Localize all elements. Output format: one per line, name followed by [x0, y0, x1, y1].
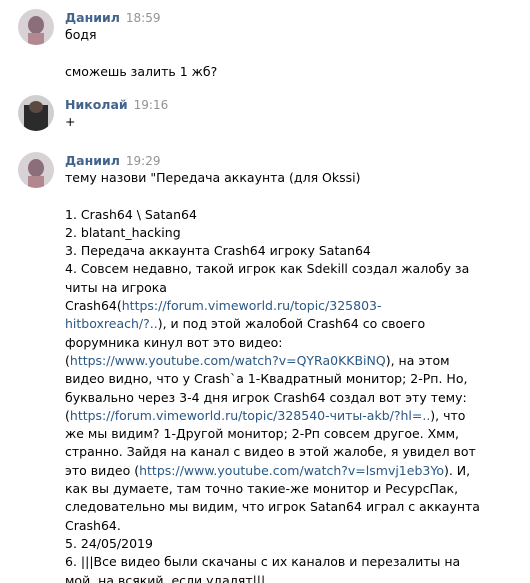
text-line: 6. |||Все видео были скачаны с их канало…: [65, 554, 461, 570]
text-line: (https://forum.vimeworld.ru/topic/328540…: [65, 407, 520, 425]
text-line: сможешь залить 1 жб?: [65, 63, 218, 79]
text-line: 5. 24/05/2019: [65, 535, 153, 551]
message-text: бодя сможешь залить 1 жб?: [65, 26, 520, 81]
forum-link-1[interactable]: https://forum.vimeworld.ru/topic/325803-: [122, 298, 382, 313]
text-line: же мы видим? 1-Другой монитор; 2-Рп совс…: [65, 426, 460, 442]
message-header: Даниил 19:29: [65, 153, 160, 168]
message-header: Николай 19:16: [65, 97, 168, 112]
text-line: форумника кинул вот это видео:: [65, 334, 283, 350]
text-segment: ). И,: [443, 462, 471, 478]
text-line: мой, на всякий, если удалят|||: [65, 572, 266, 583]
text-segment: ), и под этой жалобой Crash64 со своего: [157, 316, 426, 332]
text-line: [65, 44, 520, 62]
text-line: видео видно, что у Crash`а 1-Квадратный …: [65, 371, 468, 387]
text-line: Crash64.: [65, 517, 121, 533]
text-line: буквально через 3-4 дня игрок Crash64 со…: [65, 389, 467, 405]
text-line: 4. Совсем недавно, такой игрок как Sdeki…: [65, 261, 470, 277]
message-time[interactable]: 19:16: [134, 98, 169, 112]
text-line: читы на игрока: [65, 279, 167, 295]
text-line: 1. Crash64 \ Satan64: [65, 206, 197, 222]
youtube-link-2[interactable]: https://www.youtube.com/watch?v=lsmvj1eb…: [139, 463, 444, 478]
message-time[interactable]: 19:29: [126, 154, 161, 168]
text-line: это видео (https://www.youtube.com/watch…: [65, 462, 520, 480]
message-header: Даниил 18:59: [65, 10, 160, 25]
text-line: следовательно мы видим, что игрок Satan6…: [65, 499, 480, 515]
youtube-link-1[interactable]: https://www.youtube.com/watch?v=QYRa0KKB…: [70, 353, 386, 368]
message-text: +: [65, 113, 520, 131]
text-line: как вы думаете, там точно такие-же монит…: [65, 481, 459, 497]
message-time[interactable]: 18:59: [126, 11, 161, 25]
avatar-daniil[interactable]: [18, 9, 54, 45]
forum-link-2[interactable]: https://forum.vimeworld.ru/topic/328540-…: [70, 408, 430, 423]
text-line: тему назови "Передача аккаунта (для Okss…: [65, 170, 361, 185]
text-line: (https://www.youtube.com/watch?v=QYRa0KK…: [65, 352, 520, 370]
text-line: 3. Передача аккаунта Crash64 игроку Sata…: [65, 243, 371, 259]
text-line: hitboxreach/?..), и под этой жалобой Cra…: [65, 315, 520, 333]
text-segment: это видео (: [65, 462, 140, 478]
message-text: тему назови "Передача аккаунта (для Okss…: [65, 169, 520, 583]
avatar-daniil[interactable]: [18, 152, 54, 188]
text-line: странно. Зайдя на канал с видео в этой ж…: [65, 444, 476, 460]
text-segment: ), что: [430, 407, 466, 423]
text-segment: Crash64(: [65, 298, 122, 314]
author-name[interactable]: Николай: [65, 97, 128, 112]
avatar-nikolay[interactable]: [18, 95, 54, 131]
author-name[interactable]: Даниил: [65, 10, 120, 25]
forum-link-1-cont[interactable]: hitboxreach/?..: [65, 316, 158, 331]
text-segment: ), на этом: [385, 352, 450, 368]
text-line: Crash64(https://forum.vimeworld.ru/topic…: [65, 297, 520, 315]
author-name[interactable]: Даниил: [65, 153, 120, 168]
text-line: бодя: [65, 27, 97, 42]
text-line: 2. blatant_hacking: [65, 224, 181, 240]
text-line: +: [65, 114, 76, 129]
